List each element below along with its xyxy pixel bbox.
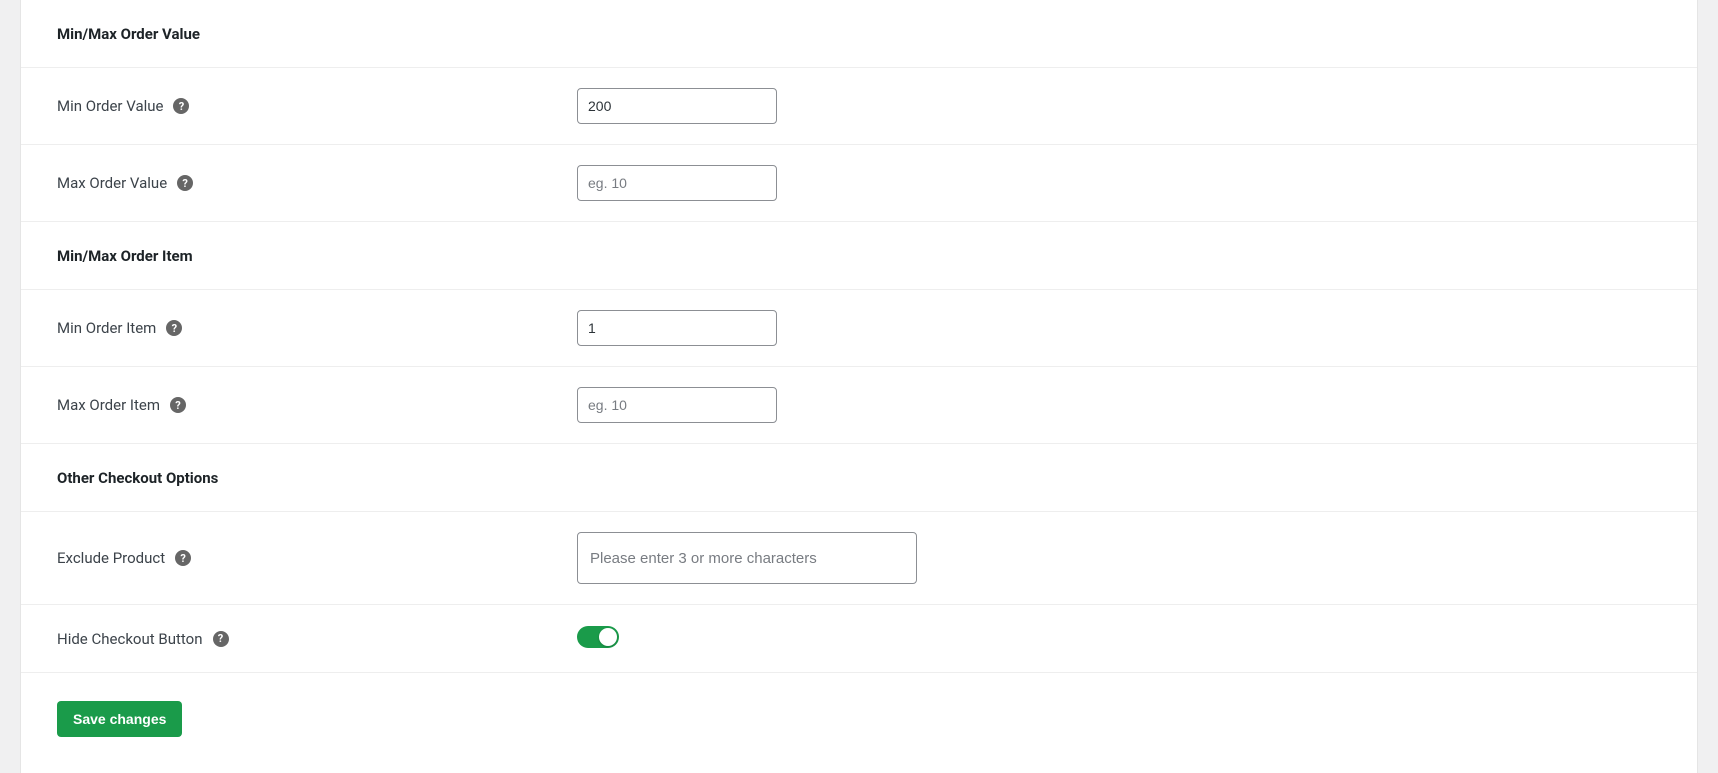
section-header-other: Other Checkout Options xyxy=(21,444,1697,512)
section-header-order-item: Min/Max Order Item xyxy=(21,222,1697,290)
label-text: Min Order Item xyxy=(57,319,156,337)
label-text: Exclude Product xyxy=(57,549,165,567)
help-icon[interactable]: ? xyxy=(170,397,186,413)
section-heading: Other Checkout Options xyxy=(57,469,577,487)
label-max-order-item: Max Order Item ? xyxy=(57,396,577,414)
label-max-order-value: Max Order Value ? xyxy=(57,174,577,192)
label-exclude-product: Exclude Product ? xyxy=(57,549,577,567)
help-icon[interactable]: ? xyxy=(213,631,229,647)
max-order-value-input[interactable] xyxy=(577,165,777,201)
exclude-product-input[interactable] xyxy=(577,532,917,584)
field-cell xyxy=(577,532,1661,584)
hide-checkout-toggle[interactable] xyxy=(577,626,619,648)
field-cell xyxy=(577,165,1661,201)
field-cell xyxy=(577,310,1661,346)
row-max-order-value: Max Order Value ? xyxy=(21,145,1697,222)
help-icon[interactable]: ? xyxy=(175,550,191,566)
label-text: Max Order Item xyxy=(57,396,160,414)
label-text: Max Order Value xyxy=(57,174,167,192)
min-order-value-input[interactable] xyxy=(577,88,777,124)
help-icon[interactable]: ? xyxy=(173,98,189,114)
label-min-order-item: Min Order Item ? xyxy=(57,319,577,337)
help-icon[interactable]: ? xyxy=(166,320,182,336)
field-cell xyxy=(577,387,1661,423)
save-button[interactable]: Save changes xyxy=(57,701,182,737)
field-cell xyxy=(577,626,1661,652)
row-hide-checkout: Hide Checkout Button ? xyxy=(21,605,1697,673)
section-heading: Min/Max Order Item xyxy=(57,247,577,265)
settings-panel: Min/Max Order Value Min Order Value ? Ma… xyxy=(20,0,1698,773)
label-text: Min Order Value xyxy=(57,97,163,115)
row-min-order-value: Min Order Value ? xyxy=(21,68,1697,145)
min-order-item-input[interactable] xyxy=(577,310,777,346)
section-header-order-value: Min/Max Order Value xyxy=(21,0,1697,68)
section-heading: Min/Max Order Value xyxy=(57,25,577,43)
label-min-order-value: Min Order Value ? xyxy=(57,97,577,115)
row-max-order-item: Max Order Item ? xyxy=(21,367,1697,444)
row-min-order-item: Min Order Item ? xyxy=(21,290,1697,367)
label-hide-checkout: Hide Checkout Button ? xyxy=(57,630,577,648)
help-icon[interactable]: ? xyxy=(177,175,193,191)
row-exclude-product: Exclude Product ? xyxy=(21,512,1697,605)
form-footer: Save changes xyxy=(21,673,1697,773)
field-cell xyxy=(577,88,1661,124)
label-text: Hide Checkout Button xyxy=(57,630,203,648)
max-order-item-input[interactable] xyxy=(577,387,777,423)
